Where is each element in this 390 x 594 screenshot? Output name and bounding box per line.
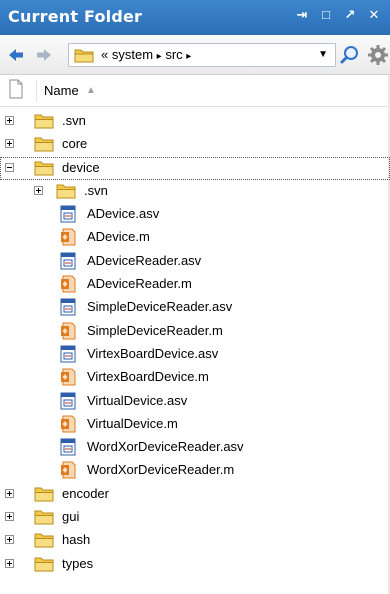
folder-icon: [56, 184, 76, 199]
m-file-icon: [61, 275, 76, 293]
tree-item-label: SimpleDeviceReader.m: [87, 322, 223, 338]
navigation-toolbar: « system ▸ src ▸ ▼: [0, 35, 390, 75]
folder-row[interactable]: hash: [0, 529, 390, 552]
breadcrumb-separator[interactable]: ▸: [157, 51, 162, 62]
tree-item-label: device: [62, 159, 100, 175]
tree-item-label: ADevice.m: [87, 229, 150, 245]
folder-icon: [34, 114, 54, 129]
folder-icon: [74, 49, 94, 63]
tree-item-label: encoder: [62, 485, 109, 501]
tree-item-label: core: [62, 136, 88, 152]
name-column-header[interactable]: Name: [44, 83, 79, 98]
column-header: Name ▲: [0, 75, 390, 107]
sort-ascending-icon: ▲: [86, 85, 96, 96]
asv-file-icon: [60, 252, 76, 270]
asv-file-icon: [60, 392, 76, 410]
expand-toggle-icon[interactable]: [5, 139, 14, 149]
undock-button[interactable]: ⇥: [294, 6, 310, 24]
file-row[interactable]: SimpleDeviceReader.m: [0, 320, 390, 343]
folder-row[interactable]: .svn: [0, 110, 390, 133]
expand-toggle-icon[interactable]: [34, 185, 43, 195]
panel-titlebar: Current Folder ⇥ □ ↗ ✕: [0, 0, 390, 35]
folder-row[interactable]: .svn: [0, 180, 390, 203]
address-bar[interactable]: « system ▸ src ▸ ▼: [68, 43, 336, 67]
m-file-icon: [61, 322, 76, 340]
tree-item-label: VirtexBoardDevice.m: [87, 369, 209, 385]
folder-row[interactable]: device: [0, 156, 390, 180]
tree-item-label: ADeviceReader.asv: [87, 252, 202, 268]
expand-toggle-icon[interactable]: [5, 116, 14, 125]
collapse-toggle-icon[interactable]: [5, 162, 14, 172]
expand-toggle-icon[interactable]: [5, 488, 14, 498]
file-row[interactable]: ADevice.m: [0, 226, 390, 249]
file-row[interactable]: SimpleDeviceReader.asv: [0, 296, 390, 319]
folder-icon: [34, 533, 54, 548]
folder-icon: [34, 510, 54, 525]
asv-file-icon: [60, 205, 76, 223]
tree-item-label: WordXorDeviceReader.asv: [87, 439, 244, 455]
folder-icon: [34, 137, 54, 152]
tree-item-label: gui: [62, 509, 80, 525]
folder-row[interactable]: types: [0, 553, 390, 576]
tree-item-label: VirtualDevice.m: [87, 415, 178, 431]
expand-toggle-icon[interactable]: [5, 535, 14, 545]
file-row[interactable]: VirtexBoardDevice.asv: [0, 343, 390, 366]
folder-icon: [34, 487, 54, 502]
breadcrumb-separator[interactable]: ▸: [186, 51, 191, 62]
folder-row[interactable]: core: [0, 133, 390, 156]
expand-toggle-icon[interactable]: [5, 558, 14, 568]
breadcrumb: « system ▸ src ▸: [101, 47, 191, 62]
m-file-icon: [61, 461, 76, 479]
tree-item-label: VirtualDevice.asv: [87, 392, 188, 408]
file-row[interactable]: ADevice.asv: [0, 203, 390, 226]
tree-item-label: .svn: [62, 113, 86, 128]
tree-item-label: hash: [62, 532, 91, 548]
gear-icon[interactable]: [366, 43, 390, 67]
asv-file-icon: [60, 438, 76, 456]
address-dropdown-icon[interactable]: ▼: [318, 49, 328, 60]
file-row[interactable]: WordXorDeviceReader.m: [0, 459, 390, 482]
maximize-button[interactable]: □: [318, 6, 334, 24]
tree-item-label: .svn: [84, 182, 108, 198]
breadcrumb-overflow[interactable]: «: [101, 47, 108, 62]
tree-item-label: WordXorDeviceReader.m: [87, 462, 235, 478]
file-type-column-icon[interactable]: [8, 79, 24, 99]
folder-icon: [34, 557, 54, 572]
panel-title: Current Folder: [8, 7, 143, 26]
m-file-icon: [61, 228, 76, 246]
folder-icon: [34, 161, 54, 176]
file-row[interactable]: WordXorDeviceReader.asv: [0, 436, 390, 459]
file-row[interactable]: VirtualDevice.asv: [0, 390, 390, 413]
tree-item-label: ADeviceReader.m: [87, 276, 192, 292]
m-file-icon: [61, 368, 76, 386]
folder-row[interactable]: gui: [0, 506, 390, 529]
close-button[interactable]: ✕: [366, 6, 382, 24]
forward-arrow-icon[interactable]: [36, 48, 52, 62]
breadcrumb-item-src[interactable]: src: [165, 47, 182, 62]
tree-item-label: VirtexBoardDevice.asv: [87, 345, 219, 361]
m-file-icon: [61, 415, 76, 433]
tree-item-label: ADevice.asv: [87, 206, 160, 222]
tree-item-label: SimpleDeviceReader.asv: [87, 299, 233, 315]
tree-item-label: types: [62, 555, 94, 571]
folder-row[interactable]: encoder: [0, 483, 390, 506]
breadcrumb-item-system[interactable]: system: [112, 47, 153, 62]
back-arrow-icon[interactable]: [8, 48, 24, 62]
search-icon[interactable]: [339, 43, 361, 67]
file-tree: .svn core device .svn ADevice.asv ADevice.m AD…: [0, 110, 390, 576]
expand-toggle-icon[interactable]: [5, 512, 14, 522]
asv-file-icon: [60, 345, 76, 363]
minimize-button[interactable]: ↗: [342, 6, 358, 24]
asv-file-icon: [60, 298, 76, 316]
file-row[interactable]: ADeviceReader.m: [0, 273, 390, 296]
column-divider: [36, 80, 37, 102]
file-row[interactable]: VirtexBoardDevice.m: [0, 366, 390, 389]
file-row[interactable]: ADeviceReader.asv: [0, 250, 390, 273]
file-row[interactable]: VirtualDevice.m: [0, 413, 390, 436]
